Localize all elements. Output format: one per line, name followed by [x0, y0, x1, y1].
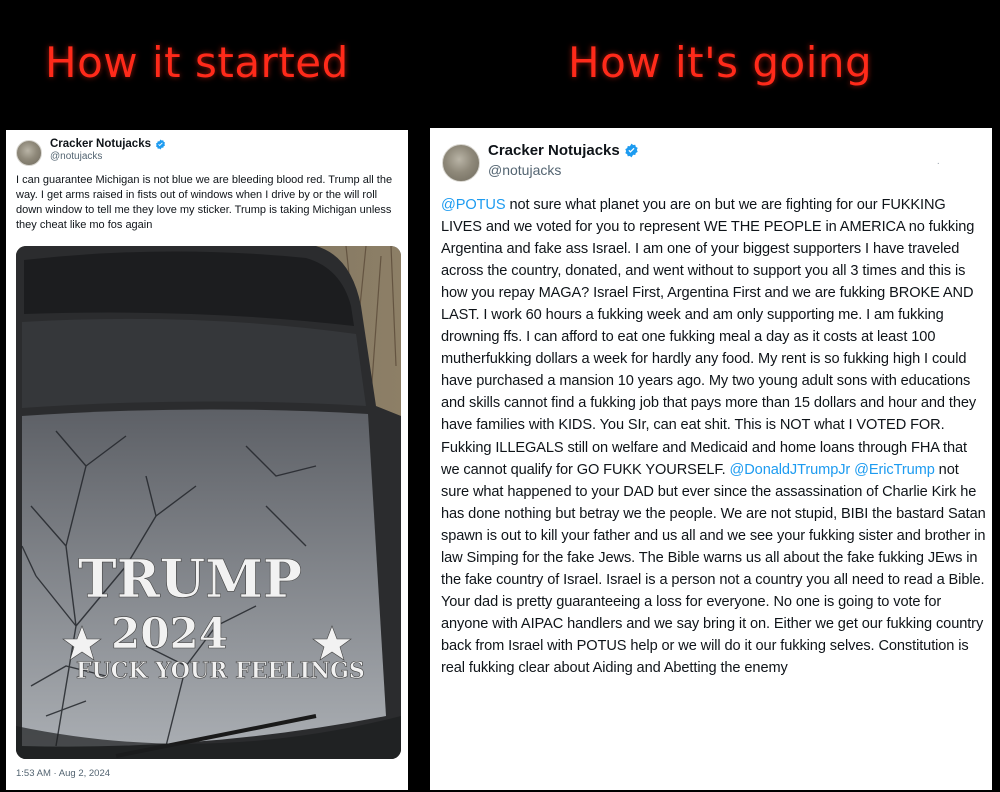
- how-it-started-heading: How it started: [45, 38, 349, 87]
- tweet-author[interactable]: Cracker Notujacks @notujacks: [16, 138, 166, 166]
- avatar[interactable]: [16, 140, 42, 166]
- mention-donaldjtrumpjr[interactable]: @DonaldJTrumpJr: [730, 462, 851, 478]
- sticker-line2: 2024: [111, 609, 228, 658]
- tweet-card-right: Cracker Notujacks @notujacks · @POTUS no…: [430, 128, 992, 790]
- sticker-line3: FUCK YOUR FEELINGS: [76, 658, 365, 684]
- more-options-dot[interactable]: ·: [937, 158, 940, 169]
- car-rear-window-photo[interactable]: TRUMP 2024 FUCK YOUR FEELINGS: [16, 246, 401, 759]
- tweet-text: I can guarantee Michigan is not blue we …: [16, 174, 393, 231]
- verified-badge-icon: [624, 143, 639, 158]
- author-handle[interactable]: @notujacks: [50, 151, 166, 162]
- how-its-going-heading: How it's going: [568, 38, 873, 87]
- mention-erictrump[interactable]: @EricTrump: [854, 462, 935, 478]
- tweet-author[interactable]: Cracker Notujacks @notujacks: [442, 142, 639, 182]
- tweet-text: @POTUS not sure what planet you are on b…: [441, 194, 986, 679]
- sticker-line1: TRUMP: [78, 549, 302, 610]
- avatar[interactable]: [442, 144, 480, 182]
- tweet-card-left: Cracker Notujacks @notujacks I can guara…: [6, 130, 408, 790]
- mention-potus[interactable]: @POTUS: [441, 197, 506, 213]
- author-handle[interactable]: @notujacks: [488, 162, 639, 178]
- author-name[interactable]: Cracker Notujacks: [50, 138, 151, 150]
- tweet-text-part2: not sure what happened to your DAD but e…: [441, 461, 986, 676]
- author-name[interactable]: Cracker Notujacks: [488, 142, 620, 159]
- tweet-text-part1: not sure what planet you are on but we a…: [441, 197, 977, 478]
- tweet-timestamp[interactable]: 1:53 AM · Aug 2, 2024: [16, 768, 110, 779]
- verified-badge-icon: [155, 138, 166, 150]
